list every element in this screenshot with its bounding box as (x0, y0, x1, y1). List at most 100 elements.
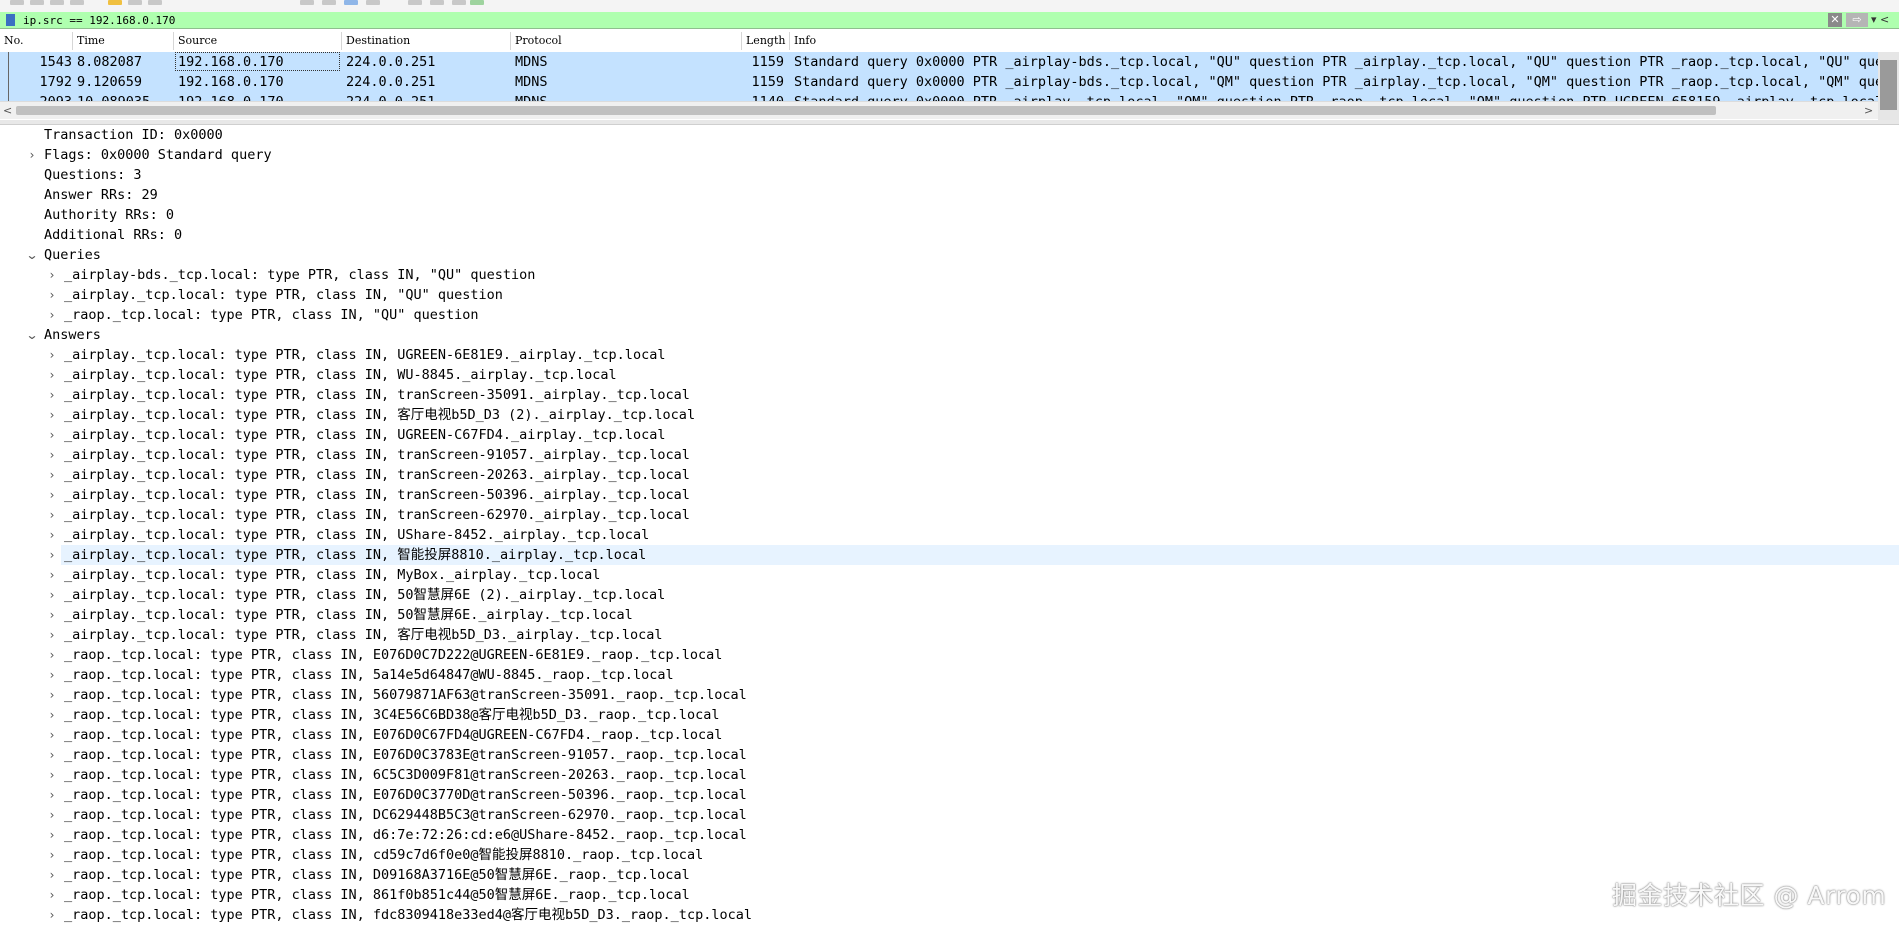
filter-dropdown-icon[interactable]: ▾ < (1871, 13, 1895, 27)
apply-filter-icon[interactable]: ⇨ (1846, 13, 1868, 27)
collapse-arrow-icon[interactable]: › (46, 767, 58, 783)
tree-row[interactable]: › _raop._tcp.local: type PTR, class IN, D… (0, 805, 1899, 825)
collapse-arrow-icon[interactable]: › (46, 447, 58, 463)
toolbar-button[interactable] (322, 0, 336, 5)
toolbar-button[interactable] (30, 0, 44, 5)
tree-row[interactable]: ⌄ Answers (0, 325, 1899, 345)
collapse-arrow-icon[interactable]: › (46, 747, 58, 763)
tree-row[interactable]: › _airplay._tcp.local: type PTR, class IN… (0, 545, 1899, 565)
collapse-arrow-icon[interactable]: › (46, 547, 58, 563)
tree-row[interactable]: › _airplay._tcp.local: type PTR, class IN… (0, 405, 1899, 425)
tree-row[interactable]: › _raop._tcp.local: type PTR, class IN, d… (0, 825, 1899, 845)
tree-row[interactable]: Authority RRs: 0 (0, 205, 1899, 225)
collapse-arrow-icon[interactable]: › (46, 847, 58, 863)
collapse-arrow-icon[interactable]: › (46, 407, 58, 423)
collapse-arrow-icon[interactable]: › (46, 307, 58, 323)
collapse-arrow-icon[interactable]: › (46, 627, 58, 643)
toolbar-button[interactable] (10, 0, 24, 5)
column-header-time[interactable]: Time (77, 34, 105, 48)
collapse-arrow-icon[interactable]: › (46, 867, 58, 883)
toolbar-button[interactable] (70, 0, 84, 5)
tree-row[interactable]: › Flags: 0x0000 Standard query (0, 145, 1899, 165)
column-header-info[interactable]: Info (794, 34, 816, 48)
collapse-arrow-icon[interactable]: › (46, 607, 58, 623)
tree-row[interactable]: Additional RRs: 0 (0, 225, 1899, 245)
toolbar-button[interactable] (344, 0, 358, 5)
collapse-arrow-icon[interactable]: › (46, 887, 58, 903)
tree-row[interactable]: › _raop._tcp.local: type PTR, class IN, E… (0, 785, 1899, 805)
tree-row[interactable]: › _airplay._tcp.local: type PTR, class IN… (0, 425, 1899, 445)
clear-filter-icon[interactable]: ✕ (1828, 13, 1842, 27)
collapse-arrow-icon[interactable]: › (46, 787, 58, 803)
tree-row[interactable]: › _raop._tcp.local: type PTR, class IN, 3… (0, 705, 1899, 725)
toolbar-button[interactable] (50, 0, 64, 5)
packet-details-tree[interactable]: Transaction ID: 0x0000 › Flags: 0x0000 Sta… (0, 125, 1899, 935)
tree-row[interactable]: › _airplay._tcp.local: type PTR, class IN… (0, 485, 1899, 505)
tree-row[interactable]: › _airplay._tcp.local: type PTR, class IN… (0, 525, 1899, 545)
collapse-arrow-icon[interactable]: › (46, 707, 58, 723)
collapse-arrow-icon[interactable]: › (46, 647, 58, 663)
tree-row[interactable]: Questions: 3 (0, 165, 1899, 185)
toolbar-button[interactable] (452, 0, 466, 5)
collapse-arrow-icon[interactable]: › (46, 907, 58, 923)
scrollbar-thumb[interactable] (16, 106, 1716, 115)
column-header-source[interactable]: Source (178, 34, 217, 48)
collapse-arrow-icon[interactable]: › (46, 587, 58, 603)
column-header-destination[interactable]: Destination (346, 34, 410, 48)
collapse-arrow-icon[interactable]: › (46, 467, 58, 483)
collapse-arrow-icon[interactable]: › (46, 367, 58, 383)
toolbar-button[interactable] (430, 0, 444, 5)
tree-row[interactable]: › _raop._tcp.local: type PTR, class IN, 6… (0, 765, 1899, 785)
tree-row[interactable]: Transaction ID: 0x0000 (0, 125, 1899, 145)
display-filter-bar[interactable]: ip.src == 192.168.0.170 ✕ ⇨ ▾ < (0, 12, 1899, 29)
scrollbar-thumb[interactable] (1880, 60, 1897, 110)
tree-row[interactable]: › _raop._tcp.local: type PTR, class IN, c… (0, 845, 1899, 865)
packet-row[interactable]: 1792 9.120659 192.168.0.170 224.0.0.251 … (0, 72, 1878, 92)
tree-row[interactable]: › _airplay._tcp.local: type PTR, class IN… (0, 465, 1899, 485)
collapse-arrow-icon[interactable]: › (46, 427, 58, 443)
bookmark-icon[interactable] (6, 14, 15, 26)
expand-arrow-icon[interactable]: ⌄ (24, 327, 40, 343)
collapse-arrow-icon[interactable]: › (46, 567, 58, 583)
tree-row[interactable]: ⌄ Queries (0, 245, 1899, 265)
tree-row[interactable]: Answer RRs: 29 (0, 185, 1899, 205)
tree-row[interactable]: › _raop._tcp.local: type PTR, class IN, E… (0, 645, 1899, 665)
tree-row[interactable]: › _airplay._tcp.local: type PTR, class IN… (0, 385, 1899, 405)
tree-row[interactable]: › _raop._tcp.local: type PTR, class IN, E… (0, 745, 1899, 765)
tree-row[interactable]: › _airplay._tcp.local: type PTR, class IN… (0, 585, 1899, 605)
collapse-arrow-icon[interactable]: › (46, 287, 58, 303)
toolbar-button[interactable] (408, 0, 422, 5)
tree-row[interactable]: › _raop._tcp.local: type PTR, class IN, 5… (0, 665, 1899, 685)
tree-row[interactable]: › _raop._tcp.local: type PTR, class IN, 5… (0, 685, 1899, 705)
collapse-arrow-icon[interactable]: › (46, 387, 58, 403)
collapse-arrow-icon[interactable]: › (46, 507, 58, 523)
collapse-arrow-icon[interactable]: › (46, 267, 58, 283)
collapse-arrow-icon[interactable]: › (46, 827, 58, 843)
tree-row[interactable]: › _airplay-bds._tcp.local: type PTR, clas… (0, 265, 1899, 285)
toolbar-button[interactable] (128, 0, 142, 5)
tree-row[interactable]: › _airplay._tcp.local: type PTR, class IN… (0, 565, 1899, 585)
tree-row[interactable]: › _raop._tcp.local: type PTR, class IN, "… (0, 305, 1899, 325)
column-header-length[interactable]: Length (746, 34, 785, 48)
toolbar-button[interactable] (300, 0, 314, 5)
tree-row[interactable]: › _airplay._tcp.local: type PTR, class IN… (0, 285, 1899, 305)
toolbar-button[interactable] (108, 0, 122, 5)
tree-row[interactable]: › _airplay._tcp.local: type PTR, class IN… (0, 345, 1899, 365)
column-header-protocol[interactable]: Protocol (515, 34, 562, 48)
collapse-arrow-icon[interactable]: › (46, 727, 58, 743)
collapse-arrow-icon[interactable]: › (46, 687, 58, 703)
toolbar-button[interactable] (148, 0, 162, 5)
toolbar-button[interactable] (366, 0, 380, 5)
scroll-left-icon[interactable]: < (3, 104, 12, 117)
collapse-arrow-icon[interactable]: › (46, 487, 58, 503)
packet-row[interactable]: 1543 8.082087 192.168.0.170 224.0.0.251 … (0, 52, 1878, 72)
tree-row[interactable]: › _airplay._tcp.local: type PTR, class IN… (0, 365, 1899, 385)
collapse-arrow-icon[interactable]: › (46, 527, 58, 543)
tree-row[interactable]: › _airplay._tcp.local: type PTR, class IN… (0, 625, 1899, 645)
toolbar-button[interactable] (470, 0, 484, 5)
display-filter-input[interactable]: ip.src == 192.168.0.170 (23, 13, 175, 28)
collapse-arrow-icon[interactable]: › (46, 807, 58, 823)
expand-arrow-icon[interactable]: ⌄ (24, 247, 40, 263)
collapse-arrow-icon[interactable]: › (26, 147, 38, 163)
tree-row[interactable]: › _airplay._tcp.local: type PTR, class IN… (0, 445, 1899, 465)
